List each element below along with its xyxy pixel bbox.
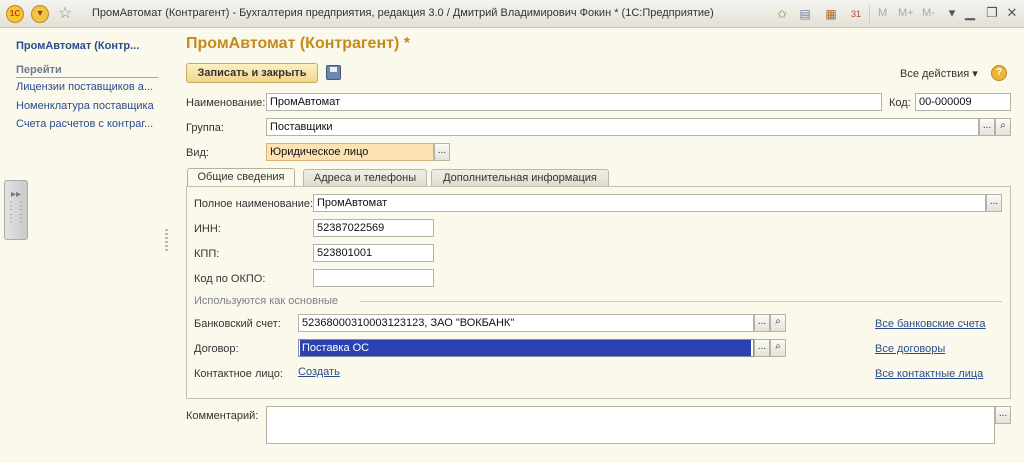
comment-label: Комментарий: bbox=[186, 410, 259, 422]
save-and-close-button[interactable]: Записать и закрыть bbox=[186, 63, 318, 83]
full-name-label: Полное наименование: bbox=[194, 198, 314, 210]
main-settings-group-label: Используются как основные bbox=[194, 295, 339, 307]
group-divider bbox=[360, 301, 1002, 302]
code-field[interactable]: 00-000009 bbox=[915, 93, 1011, 111]
kind-field[interactable]: Юридическое лицо bbox=[266, 143, 434, 161]
contract-field[interactable]: Поставка ОС bbox=[298, 339, 754, 357]
inn-label: ИНН: bbox=[194, 223, 221, 235]
panel-resize-grip[interactable] bbox=[165, 229, 168, 251]
all-contracts-link[interactable]: Все договоры bbox=[875, 343, 945, 355]
kpp-field[interactable]: 523801001 bbox=[313, 244, 434, 262]
calculator-icon[interactable]: ▦ bbox=[823, 6, 839, 22]
inn-field[interactable]: 52387022569 bbox=[313, 219, 434, 237]
memory-subtract-button[interactable]: M- bbox=[922, 7, 935, 19]
group-field[interactable]: Поставщики bbox=[266, 118, 979, 136]
contract-selected-text: Поставка ОС bbox=[300, 340, 751, 356]
name-label: Наименование: bbox=[186, 97, 266, 109]
toolbar-separator bbox=[869, 5, 870, 23]
app-logo-icon[interactable]: 1С bbox=[6, 5, 24, 23]
bank-account-field[interactable]: 52368000310003123123, ЗАО "ВОКБАНК" bbox=[298, 314, 754, 332]
group-label: Группа: bbox=[186, 122, 224, 134]
kind-label: Вид: bbox=[186, 147, 209, 159]
tab-general[interactable]: Общие сведения bbox=[187, 168, 295, 188]
bank-account-label: Банковский счет: bbox=[194, 318, 281, 330]
memory-button[interactable]: M bbox=[878, 7, 887, 19]
all-bank-accounts-link[interactable]: Все банковские счета bbox=[875, 318, 986, 330]
contract-select-button[interactable]: ... bbox=[754, 339, 770, 357]
kpp-label: КПП: bbox=[194, 248, 220, 260]
favorites-star-icon[interactable]: ☆ bbox=[58, 3, 72, 23]
name-field[interactable]: ПромАвтомат bbox=[266, 93, 882, 111]
contact-person-label: Контактное лицо: bbox=[194, 368, 283, 380]
all-contacts-link[interactable]: Все контактные лица bbox=[875, 368, 983, 380]
full-name-select-button[interactable]: ... bbox=[986, 194, 1002, 212]
all-actions-menu[interactable]: Все действия ▾ bbox=[900, 67, 978, 80]
add-favorite-icon[interactable]: ✩ bbox=[774, 6, 790, 22]
full-name-field[interactable]: ПромАвтомат bbox=[313, 194, 986, 212]
group-search-icon[interactable]: ⌕ bbox=[995, 118, 1011, 136]
bank-account-search-icon[interactable]: ⌕ bbox=[770, 314, 786, 332]
okpo-label: Код по ОКПО: bbox=[194, 273, 266, 285]
create-contact-link[interactable]: Создать bbox=[298, 366, 340, 378]
kind-select-button[interactable]: ... bbox=[434, 143, 450, 161]
nav-link-settlement-accounts[interactable]: Счета расчетов с контраг... bbox=[16, 118, 164, 130]
group-select-button[interactable]: ... bbox=[979, 118, 995, 136]
bank-account-select-button[interactable]: ... bbox=[754, 314, 770, 332]
okpo-field[interactable] bbox=[313, 269, 434, 287]
panel-collapse-toggle[interactable]: ▸▸ ⋮⋮ ⋮⋮ bbox=[4, 180, 28, 240]
form-area: ПромАвтомат (Контрагент) * Записать и за… bbox=[178, 29, 1024, 463]
navigation-section-label: Перейти bbox=[16, 64, 158, 78]
save-disk-icon[interactable] bbox=[326, 65, 341, 80]
navigation-panel: ПромАвтомат (Контр... Перейти Лицензии п… bbox=[0, 29, 168, 463]
window-title: ПромАвтомат (Контрагент) - Бухгалтерия п… bbox=[92, 7, 714, 19]
contract-label: Договор: bbox=[194, 343, 239, 355]
close-icon[interactable]: ✕ bbox=[1004, 5, 1020, 21]
tab-additional-info[interactable]: Дополнительная информация bbox=[431, 169, 609, 187]
minimize-icon[interactable]: ▁ bbox=[962, 5, 978, 21]
restore-icon[interactable]: ❐ bbox=[984, 5, 1000, 21]
help-icon[interactable]: ? bbox=[991, 65, 1007, 81]
calendar-icon[interactable]: 31 bbox=[848, 6, 864, 22]
menu-dropdown-icon[interactable]: ▾ bbox=[31, 5, 49, 23]
navigation-title: ПромАвтомат (Контр... bbox=[16, 40, 140, 52]
comment-field[interactable] bbox=[266, 406, 995, 444]
dropdown-icon[interactable]: ▾ bbox=[944, 5, 960, 21]
document-icon[interactable]: ▤ bbox=[797, 6, 813, 22]
nav-link-supplier-nomenclature[interactable]: Номенклатура поставщика bbox=[16, 100, 164, 112]
memory-add-button[interactable]: M+ bbox=[898, 7, 914, 19]
contract-search-icon[interactable]: ⌕ bbox=[770, 339, 786, 357]
title-bar: 1С ▾ ☆ ПромАвтомат (Контрагент) - Бухгал… bbox=[0, 0, 1024, 28]
form-title: ПромАвтомат (Контрагент) * bbox=[186, 35, 410, 52]
tab-addresses-phones[interactable]: Адреса и телефоны bbox=[303, 169, 427, 187]
comment-select-button[interactable]: ... bbox=[995, 406, 1011, 424]
code-label: Код: bbox=[889, 97, 911, 109]
nav-link-licenses[interactable]: Лицензии поставщиков а... bbox=[16, 81, 164, 93]
